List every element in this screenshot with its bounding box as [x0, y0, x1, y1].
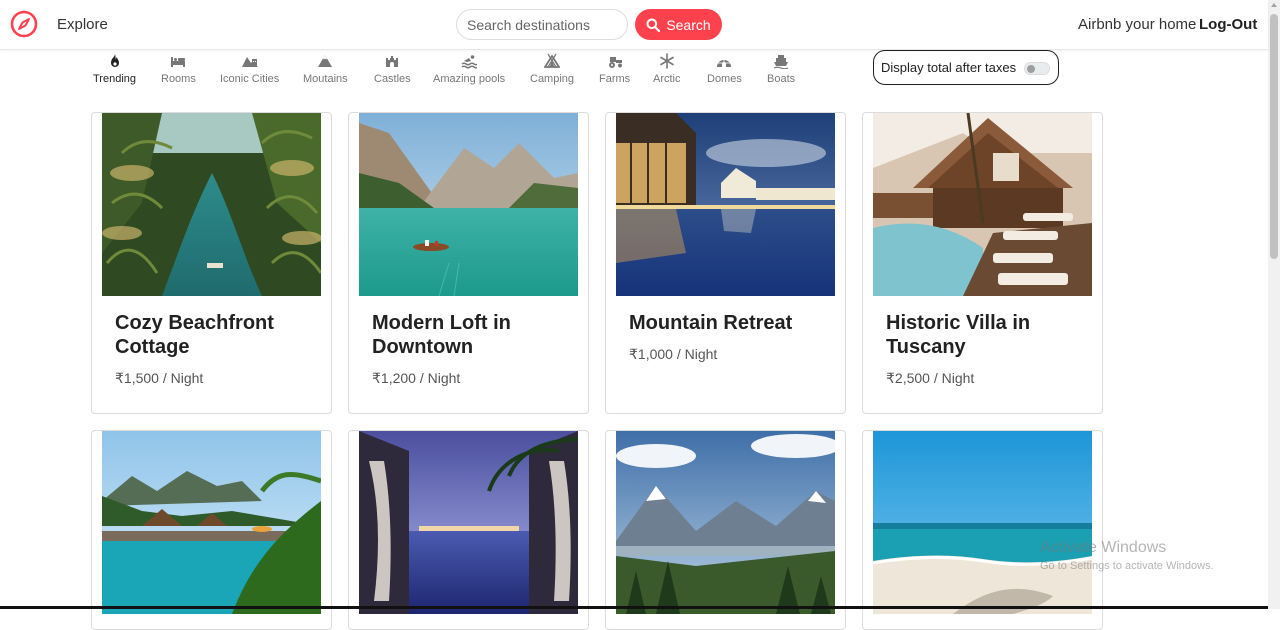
filter-label: Rooms [161, 73, 196, 85]
alpine-valley-photo [616, 431, 835, 614]
tropical-lagoon-photo [102, 113, 321, 296]
logout-link[interactable]: Log-Out [1199, 16, 1257, 33]
tropical-resort-pool-photo [102, 431, 321, 614]
resort-pool-night-photo [616, 113, 835, 296]
mountain-lake-boat-photo [359, 113, 578, 296]
tractor-icon [608, 57, 622, 68]
filter-trending[interactable]: Trending [93, 53, 136, 85]
listing-price: ₹1,200 / Night [372, 370, 460, 387]
fire-icon [110, 54, 119, 67]
tax-toggle-label: Display total after taxes [881, 60, 1017, 75]
listing-title: Mountain Retreat [629, 312, 793, 334]
filter-label: Trending [93, 73, 137, 85]
mountain-icon [318, 55, 333, 67]
ship-icon [773, 55, 789, 69]
listing-card[interactable]: Historic Villa in Tuscany ₹2,500 / Night [862, 112, 1103, 414]
filter-boats[interactable]: Boats [767, 53, 795, 85]
listing-price: ₹1,500 / Night [115, 370, 203, 387]
filter-label: Iconic Cities [220, 73, 280, 85]
search-input[interactable] [456, 9, 628, 40]
listing-price: ₹2,500 / Night [886, 370, 974, 387]
igloo-icon [717, 60, 732, 67]
filter-label: Farms [599, 73, 631, 85]
bed-icon [171, 57, 186, 67]
filter-iconic-cities[interactable]: Iconic Cities [220, 53, 279, 85]
listing-card[interactable] [605, 430, 846, 630]
listing-title: Modern Loft in Downtown [372, 312, 511, 358]
filter-castles[interactable]: Castles [374, 53, 411, 85]
search-button-label: Search [666, 16, 711, 33]
compass-icon[interactable] [10, 10, 38, 38]
filter-label: Camping [530, 73, 575, 85]
price-amount: ₹1,200 [372, 370, 416, 386]
price-period: / Night [158, 370, 204, 386]
filter-label: Amazing pools [433, 73, 506, 85]
filter-label: Castles [374, 73, 411, 85]
listing-card[interactable] [862, 430, 1103, 630]
price-amount: ₹2,500 [886, 370, 930, 386]
price-period: / Night [929, 370, 975, 386]
host-your-home-link[interactable]: Airbnb your home [1078, 16, 1196, 33]
filter-label: Moutains [303, 73, 348, 85]
explore-link[interactable]: Explore [57, 16, 108, 33]
filter-domes[interactable]: Domes [707, 53, 742, 85]
price-amount: ₹1,500 [115, 370, 159, 386]
filter-label: Arctic [653, 73, 681, 85]
page-scrollbar[interactable] [1268, 0, 1280, 609]
filter-rooms[interactable]: Rooms [161, 53, 196, 85]
os-activation-watermark-subtext: Go to Settings to activate Windows. [1040, 560, 1214, 572]
listing-card[interactable]: Modern Loft in Downtown ₹1,200 / Night [348, 112, 589, 414]
switch-knob [1027, 65, 1035, 73]
listing-card[interactable]: Mountain Retreat ₹1,000 / Night [605, 112, 846, 414]
search-button[interactable]: Search [635, 9, 722, 40]
snowflake-icon [659, 53, 674, 69]
villa-pool-deck-photo [873, 113, 1092, 296]
filter-label: Boats [767, 73, 796, 85]
listing-price: ₹1,000 / Night [629, 346, 717, 363]
tax-switch[interactable] [1024, 62, 1050, 75]
campground-icon [544, 53, 561, 68]
filter-mountains[interactable]: Moutains [303, 53, 348, 85]
category-filter-bar: Trending Rooms Iconic Cities Moutains Ca… [0, 50, 1268, 90]
scroll-up-arrow-icon[interactable] [1271, 3, 1277, 7]
castle-icon [386, 56, 399, 67]
price-period: / Night [415, 370, 461, 386]
filter-farms[interactable]: Farms [599, 53, 630, 85]
person-swimming-icon [461, 55, 478, 69]
os-activation-watermark: Activate Windows [1040, 539, 1167, 556]
filter-label: Domes [707, 73, 742, 85]
filter-arctic[interactable]: Arctic [653, 53, 681, 85]
top-navbar: Explore Search Airbnb your home Log-Out [0, 0, 1268, 50]
listing-title: Historic Villa in Tuscany [886, 312, 1031, 358]
infinity-pool-sunset-photo [359, 431, 578, 614]
filter-camping[interactable]: Camping [530, 53, 574, 85]
listing-title: Cozy Beachfront Cottage [115, 312, 274, 358]
filter-amazing-pools[interactable]: Amazing pools [433, 53, 505, 85]
price-amount: ₹1,000 [629, 346, 673, 362]
sandy-beach-photo [873, 431, 1092, 614]
price-period: / Night [672, 346, 718, 362]
mountain-city-icon [241, 57, 258, 67]
listing-card[interactable] [348, 430, 589, 630]
scrollbar-thumb[interactable] [1270, 14, 1278, 259]
listing-card[interactable] [91, 430, 332, 630]
listing-card[interactable]: Cozy Beachfront Cottage ₹1,500 / Night [91, 112, 332, 414]
search-icon [646, 18, 661, 32]
tax-toggle[interactable]: Display total after taxes [873, 50, 1059, 85]
